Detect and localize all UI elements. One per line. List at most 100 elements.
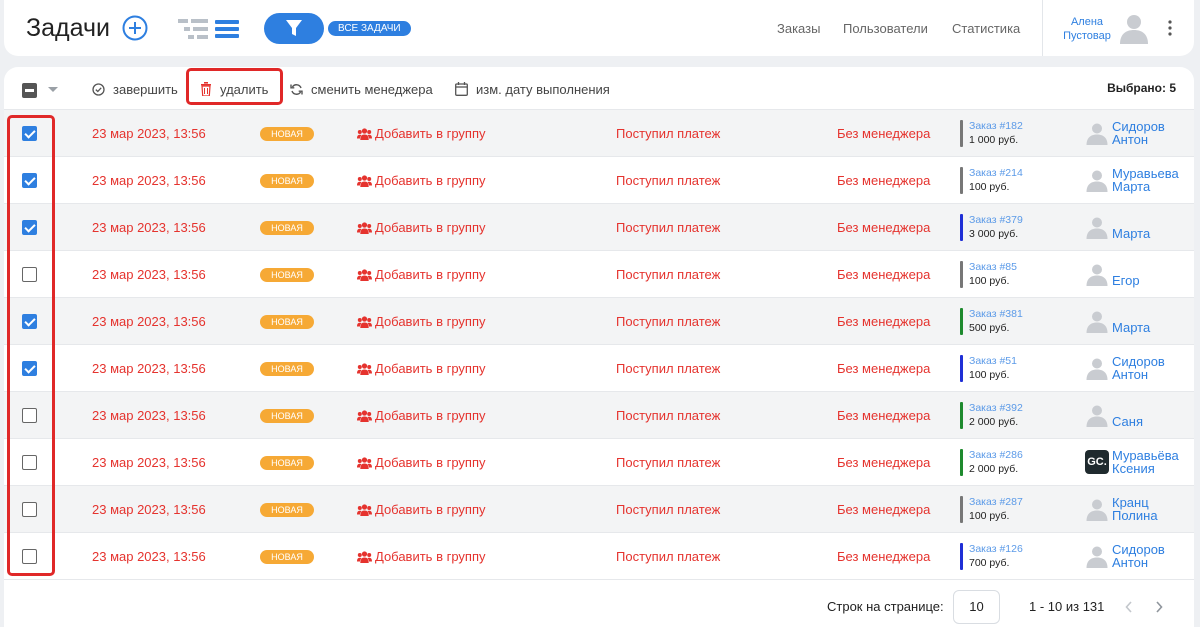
client-name-line2: Антон: [1112, 132, 1149, 147]
client-name-link[interactable]: Сидоров Антон: [1112, 543, 1192, 569]
task-date: 23 мар 2023, 13:56: [92, 173, 206, 188]
table-row[interactable]: 23 мар 2023, 13:56 НОВАЯ Добавить в груп…: [4, 486, 1194, 533]
client-name-link[interactable]: Марта: [1112, 227, 1192, 240]
task-manager[interactable]: Без менеджера: [837, 361, 930, 376]
table-row[interactable]: 23 мар 2023, 13:56 НОВАЯ Добавить в груп…: [4, 110, 1194, 157]
task-manager[interactable]: Без менеджера: [837, 173, 930, 188]
add-to-group-link[interactable]: Добавить в группу: [357, 455, 486, 470]
task-manager[interactable]: Без менеджера: [837, 267, 930, 282]
users-group-icon: [357, 174, 372, 187]
table-row[interactable]: 23 мар 2023, 13:56 НОВАЯ Добавить в груп…: [4, 251, 1194, 298]
table-row[interactable]: 23 мар 2023, 13:56 НОВАЯ Добавить в груп…: [4, 204, 1194, 251]
client-name-link[interactable]: Сидоров Антон: [1112, 355, 1192, 381]
list-view-icon[interactable]: [215, 20, 239, 38]
order-sum: 3 000 руб.: [969, 228, 1019, 240]
rows-per-page-label: Строк на странице:: [827, 599, 944, 614]
order-link[interactable]: Заказ #379: [969, 214, 1023, 226]
tree-view-icon[interactable]: [178, 18, 208, 40]
task-manager[interactable]: Без менеджера: [837, 126, 930, 141]
order-sum: 500 руб.: [969, 322, 1010, 334]
task-event: Поступил платеж: [616, 408, 721, 423]
add-to-group-link[interactable]: Добавить в группу: [357, 267, 486, 282]
current-user-name[interactable]: Алена Пустовар: [1059, 15, 1115, 43]
task-date: 23 мар 2023, 13:56: [92, 408, 206, 423]
order-sum: 2 000 руб.: [969, 463, 1019, 475]
order-sum: 1 000 руб.: [969, 134, 1019, 146]
chevron-left-icon[interactable]: [1124, 600, 1134, 614]
order-link[interactable]: Заказ #286: [969, 449, 1023, 461]
add-to-group-link[interactable]: Добавить в группу: [357, 220, 486, 235]
task-date: 23 мар 2023, 13:56: [92, 455, 206, 470]
task-date: 23 мар 2023, 13:56: [92, 267, 206, 282]
task-manager[interactable]: Без менеджера: [837, 549, 930, 564]
table-row[interactable]: 23 мар 2023, 13:56 НОВАЯ Добавить в груп…: [4, 392, 1194, 439]
client-name-link[interactable]: Муравьёва Ксения: [1112, 449, 1192, 475]
order-status-bar: [960, 120, 963, 147]
delete-button-highlight: [186, 68, 283, 105]
order-sum: 100 руб.: [969, 275, 1010, 287]
task-event: Поступил платеж: [616, 126, 721, 141]
nav-stats[interactable]: Статистика: [952, 21, 1020, 36]
order-link[interactable]: Заказ #85: [969, 261, 1017, 273]
table-row[interactable]: 23 мар 2023, 13:56 НОВАЯ Добавить в груп…: [4, 345, 1194, 392]
add-to-group-link[interactable]: Добавить в группу: [357, 502, 486, 517]
client-name-link[interactable]: Егор: [1112, 274, 1192, 287]
client-name-link[interactable]: Кранц Полина: [1112, 496, 1192, 522]
add-to-group-link[interactable]: Добавить в группу: [357, 549, 486, 564]
change-date-label: изм. дату выполнения: [476, 81, 610, 97]
client-name-link[interactable]: Саня: [1112, 415, 1192, 428]
add-to-group-link[interactable]: Добавить в группу: [357, 126, 486, 141]
order-link[interactable]: Заказ #392: [969, 402, 1023, 414]
plus-circle-icon[interactable]: [122, 15, 148, 41]
task-manager[interactable]: Без менеджера: [837, 455, 930, 470]
task-manager[interactable]: Без менеджера: [837, 314, 930, 329]
select-all-dropdown-icon[interactable]: [48, 87, 58, 92]
order-link[interactable]: Заказ #182: [969, 120, 1023, 132]
status-badge: НОВАЯ: [260, 174, 314, 188]
add-to-group-link[interactable]: Добавить в группу: [357, 361, 486, 376]
order-link[interactable]: Заказ #381: [969, 308, 1023, 320]
add-to-group-link[interactable]: Добавить в группу: [357, 314, 486, 329]
order-link[interactable]: Заказ #51: [969, 355, 1017, 367]
task-event: Поступил платеж: [616, 267, 721, 282]
select-all-checkbox[interactable]: [22, 83, 37, 98]
task-manager[interactable]: Без менеджера: [837, 408, 930, 423]
kebab-menu-icon[interactable]: [1167, 20, 1173, 36]
users-group-icon: [357, 362, 372, 375]
task-manager[interactable]: Без менеджера: [837, 220, 930, 235]
change-date-button[interactable]: изм. дату выполнения: [455, 80, 610, 98]
table-row[interactable]: 23 мар 2023, 13:56 НОВАЯ Добавить в груп…: [4, 439, 1194, 486]
order-status-bar: [960, 167, 963, 194]
status-badge: НОВАЯ: [260, 503, 314, 517]
rows-per-page-select[interactable]: 10: [953, 590, 1000, 624]
table-row[interactable]: 23 мар 2023, 13:56 НОВАЯ Добавить в груп…: [4, 157, 1194, 204]
all-tasks-badge[interactable]: ВСЕ ЗАДАЧИ: [328, 21, 411, 36]
add-to-group-label: Добавить в группу: [375, 267, 486, 282]
order-link[interactable]: Заказ #287: [969, 496, 1023, 508]
client-name-link[interactable]: Муравьева Марта: [1112, 167, 1192, 193]
order-link[interactable]: Заказ #214: [969, 167, 1023, 179]
user-avatar-icon: [1086, 405, 1108, 427]
user-avatar-icon[interactable]: [1118, 12, 1150, 44]
add-to-group-link[interactable]: Добавить в группу: [357, 408, 486, 423]
table-row[interactable]: 23 мар 2023, 13:56 НОВАЯ Добавить в груп…: [4, 533, 1194, 580]
change-manager-button[interactable]: сменить менеджера: [290, 80, 433, 98]
order-status-bar: [960, 214, 963, 241]
complete-button[interactable]: завершить: [92, 80, 178, 98]
nav-users[interactable]: Пользователи: [843, 21, 928, 36]
add-to-group-link[interactable]: Добавить в группу: [357, 173, 486, 188]
status-badge: НОВАЯ: [260, 362, 314, 376]
client-name-link[interactable]: Сидоров Антон: [1112, 120, 1192, 146]
filter-button[interactable]: [264, 13, 324, 44]
order-status-bar: [960, 543, 963, 570]
chevron-right-icon[interactable]: [1154, 600, 1164, 614]
client-name-link[interactable]: Марта: [1112, 321, 1192, 334]
status-badge: НОВАЯ: [260, 456, 314, 470]
user-avatar-icon: [1086, 264, 1108, 286]
table-row[interactable]: 23 мар 2023, 13:56 НОВАЯ Добавить в груп…: [4, 298, 1194, 345]
order-link[interactable]: Заказ #126: [969, 543, 1023, 555]
nav-orders[interactable]: Заказы: [777, 21, 820, 36]
task-manager[interactable]: Без менеджера: [837, 502, 930, 517]
users-group-icon: [357, 268, 372, 281]
users-group-icon: [357, 315, 372, 328]
